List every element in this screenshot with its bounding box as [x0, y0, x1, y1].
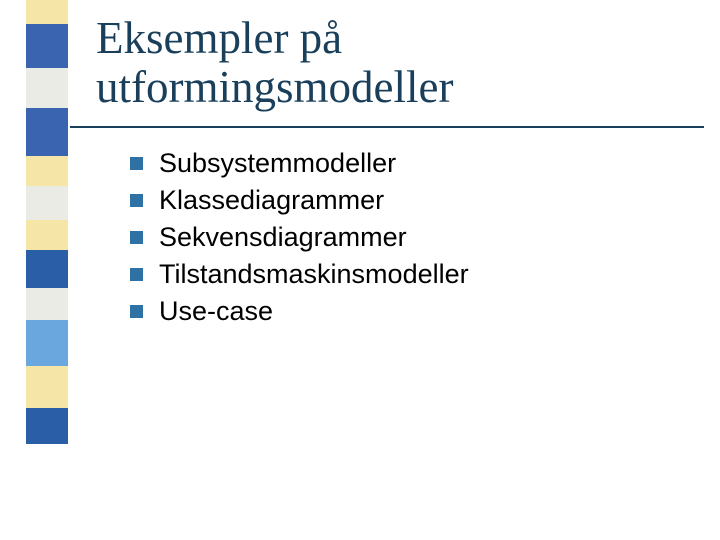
sidebar-block: [26, 366, 68, 408]
list-item-label: Klassediagrammer: [159, 185, 384, 216]
list-item-label: Tilstandsmaskinsmodeller: [159, 259, 469, 290]
sidebar-block: [26, 250, 68, 288]
square-bullet-icon: [130, 157, 143, 170]
sidebar-block: [26, 68, 68, 108]
square-bullet-icon: [130, 231, 143, 244]
square-bullet-icon: [130, 194, 143, 207]
title-line-1: Eksempler på: [96, 13, 342, 63]
square-bullet-icon: [130, 305, 143, 318]
sidebar-block: [26, 320, 68, 366]
list-item: Use-case: [130, 296, 469, 327]
square-bullet-icon: [130, 268, 143, 281]
list-item: Tilstandsmaskinsmodeller: [130, 259, 469, 290]
sidebar-block: [26, 288, 68, 320]
list-item-label: Sekvensdiagrammer: [159, 222, 407, 253]
sidebar-block: [26, 0, 68, 24]
sidebar-block: [26, 444, 68, 540]
title-line-2: utformingsmodeller: [96, 62, 453, 112]
sidebar-block: [26, 408, 68, 444]
list-item-label: Subsystemmodeller: [159, 148, 396, 179]
list-item: Subsystemmodeller: [130, 148, 469, 179]
slide: Eksempler på utformingsmodeller Subsyste…: [0, 0, 720, 540]
sidebar-block: [26, 220, 68, 250]
list-item: Klassediagrammer: [130, 185, 469, 216]
sidebar-block: [26, 186, 68, 220]
sidebar-block: [26, 108, 68, 156]
title-divider: [70, 126, 704, 128]
list-item: Sekvensdiagrammer: [130, 222, 469, 253]
slide-title: Eksempler på utformingsmodeller: [96, 14, 453, 111]
sidebar-block: [26, 24, 68, 68]
slide-body: Subsystemmodeller Klassediagrammer Sekve…: [130, 148, 469, 333]
sidebar-block: [26, 156, 68, 186]
list-item-label: Use-case: [159, 296, 273, 327]
decorative-sidebar: [26, 0, 68, 540]
